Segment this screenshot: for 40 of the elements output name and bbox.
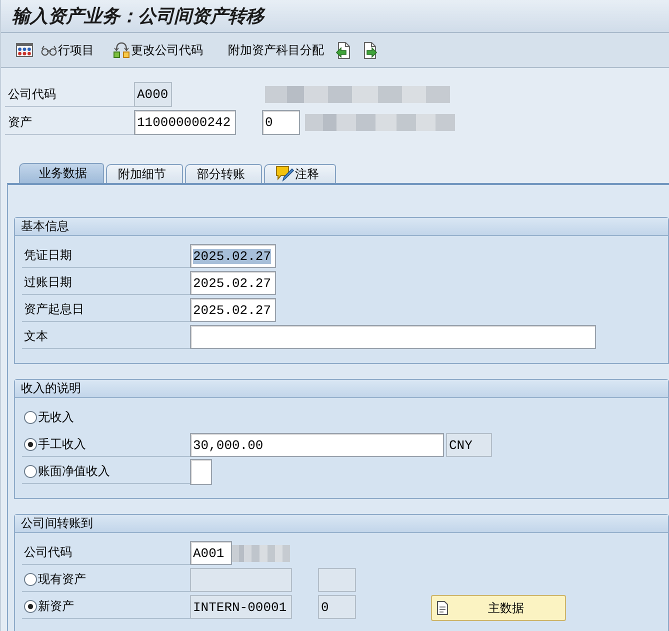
input-field[interactable] [190, 459, 212, 485]
asset-number-field[interactable]: 110000000242 [134, 110, 236, 135]
toolbar-button[interactable] [362, 39, 377, 61]
radio-option[interactable]: 现有资产 [22, 568, 190, 592]
glasses-icon [41, 44, 57, 56]
amount-field[interactable]: 30,000.00 [190, 433, 444, 457]
group-title: 收入的说明 [15, 380, 668, 398]
asset-number-field[interactable]: INTERN-00001 [190, 595, 292, 619]
subnumber-field[interactable]: 0 [262, 110, 300, 135]
tab[interactable]: 部分转账 [185, 164, 262, 183]
tab[interactable]: 业务数据 [19, 163, 104, 183]
toolbar-button[interactable]: 附加资产科目分配 [228, 39, 324, 61]
group-title: 公司间转账到 [15, 515, 668, 533]
asset-number-field[interactable] [190, 568, 292, 592]
tab[interactable]: 注释 [264, 164, 336, 183]
date-field[interactable]: 2025.02.27 [190, 244, 276, 268]
radio-option[interactable]: 新资产 [22, 595, 190, 619]
squares-arc-icon [113, 42, 130, 58]
master-data-button[interactable]: 主数据 [431, 595, 566, 621]
date-field[interactable]: 2025.02.27 [190, 298, 276, 322]
code-field[interactable]: A000 [134, 82, 172, 107]
radio-option[interactable]: 手工收入 [22, 433, 190, 457]
toolbar-button[interactable]: 更改公司代码 [113, 39, 203, 61]
date-field[interactable]: 2025.02.27 [190, 271, 276, 295]
document-icon [437, 601, 448, 615]
document-left-arrow-icon [336, 42, 351, 58]
document-right-arrow-icon [362, 42, 377, 58]
radio-option[interactable]: 账面净值收入 [22, 460, 190, 484]
group-title: 基本信息 [15, 218, 668, 236]
radio-option[interactable]: 无收入 [22, 406, 190, 430]
toolbar-button[interactable]: 行项目 [41, 39, 94, 61]
subnumber-field[interactable]: 0 [318, 595, 356, 619]
note-pencil-icon [276, 166, 294, 182]
currency-field[interactable]: CNY [446, 433, 492, 457]
dot-grid-icon [16, 43, 33, 57]
subnumber-field[interactable] [318, 568, 356, 592]
text-field[interactable] [190, 325, 596, 349]
tab[interactable]: 附加细节 [106, 164, 183, 183]
code-field[interactable]: A001 [190, 541, 232, 565]
toolbar-button[interactable] [336, 39, 351, 61]
